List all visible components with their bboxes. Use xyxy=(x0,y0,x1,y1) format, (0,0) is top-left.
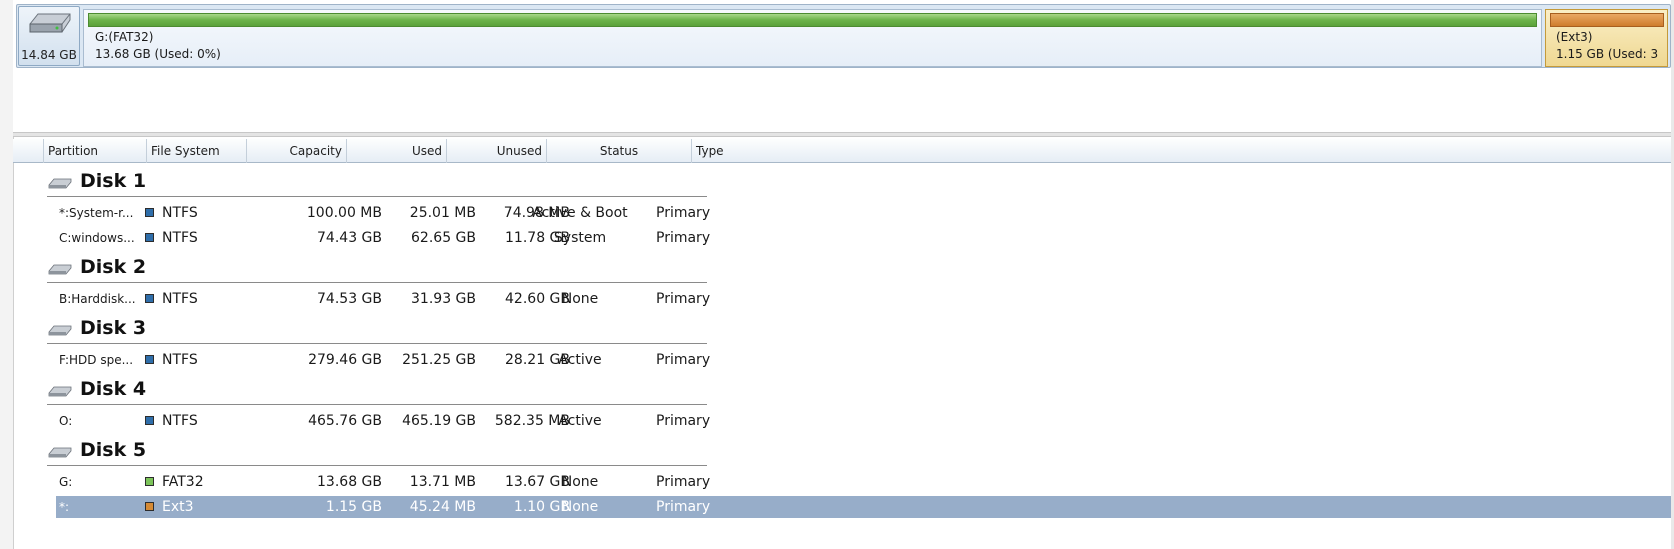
partition-name-cell: F:HDD spe... xyxy=(59,353,134,367)
partition-ext3-usage-bar xyxy=(1550,13,1664,27)
file-system-color-swatch xyxy=(145,208,154,217)
column-header-capacity[interactable]: Capacity xyxy=(247,139,347,163)
status-cell: None xyxy=(561,291,599,307)
status-cell: System xyxy=(553,230,607,246)
partition-name-cell: B:Harddisk... xyxy=(59,292,136,306)
status-cell: None xyxy=(561,474,599,490)
left-panel-edge xyxy=(0,0,14,549)
disk-title[interactable]: Disk 2 xyxy=(80,256,146,278)
status-cell: Active xyxy=(558,413,602,429)
disk-title[interactable]: Disk 3 xyxy=(80,317,146,339)
disk-separator-line xyxy=(47,465,707,466)
disk-title[interactable]: Disk 4 xyxy=(80,378,146,400)
column-header-used[interactable]: Used xyxy=(347,139,447,163)
partition-name-cell: G: xyxy=(59,475,73,489)
disk-icon xyxy=(48,178,72,189)
status-cell: Active xyxy=(558,352,602,368)
file-system-cell: FAT32 xyxy=(162,474,204,490)
partition-row[interactable]: F:HDD spe... NTFS 279.46 GB 251.25 GB 28.21 … xyxy=(56,349,1671,371)
partition-row[interactable]: C:windows... NTFS 74.43 GB 62.65 GB 11.78 GB… xyxy=(56,227,1671,249)
partition-row[interactable]: B:Harddisk... NTFS 74.53 GB 31.93 GB 42.60 G… xyxy=(56,288,1671,310)
disk-separator-line xyxy=(47,282,707,283)
partition-name-cell: C:windows... xyxy=(59,231,135,245)
partition-row[interactable]: *: Ext3 1.15 GB 45.24 MB 1.10 GB None Primary xyxy=(56,496,1671,518)
file-system-cell: NTFS xyxy=(162,205,198,221)
partition-row[interactable]: *:System-r... NTFS 100.00 MB 25.01 MB 74.98 … xyxy=(56,202,1671,224)
column-header-partition[interactable]: Partition xyxy=(44,139,147,163)
pane-splitter[interactable] xyxy=(13,132,1671,137)
partition-row[interactable]: O: NTFS 465.76 GB 465.19 GB 582.35 MB Active P… xyxy=(56,410,1671,432)
partition-ext3-info: 1.15 GB (Used: 3 xyxy=(1556,47,1659,61)
column-header-file-system[interactable]: File System xyxy=(147,139,247,163)
disk-size-label: 14.84 GB xyxy=(21,48,77,62)
disk-icon xyxy=(48,325,72,336)
disk-icon xyxy=(48,386,72,397)
status-cell: None xyxy=(561,499,599,515)
type-cell: Primary xyxy=(656,499,711,515)
file-system-color-swatch xyxy=(145,294,154,303)
partition-g-name: G:(FAT32) xyxy=(95,30,154,44)
disk-separator-line xyxy=(47,404,707,405)
disk-icon xyxy=(48,264,72,275)
file-system-cell: NTFS xyxy=(162,291,198,307)
file-system-color-swatch xyxy=(145,416,154,425)
file-system-cell: Ext3 xyxy=(162,499,194,515)
file-system-color-swatch xyxy=(145,233,154,242)
disk-separator-line xyxy=(47,196,707,197)
disk-separator-line xyxy=(47,343,707,344)
column-header-type[interactable]: Type xyxy=(692,139,1671,163)
type-cell: Primary xyxy=(656,205,711,221)
file-system-color-swatch xyxy=(145,502,154,511)
disk-title[interactable]: Disk 5 xyxy=(80,439,146,461)
partition-row[interactable]: G: FAT32 13.68 GB 13.71 MB 13.67 GB None Prima… xyxy=(56,471,1671,493)
column-header-unused[interactable]: Unused xyxy=(447,139,547,163)
partition-ext3-name: (Ext3) xyxy=(1556,30,1593,44)
file-system-color-swatch xyxy=(145,477,154,486)
status-cell: Active & Boot xyxy=(532,205,628,221)
column-header-status[interactable]: Status xyxy=(547,139,692,163)
hard-drive-icon xyxy=(29,13,71,33)
disk-icon xyxy=(48,447,72,458)
partition-name-cell: *:System-r... xyxy=(59,206,134,220)
partition-g-usage-bar xyxy=(88,13,1537,27)
column-header-spacer xyxy=(13,139,44,163)
partition-name-cell: *: xyxy=(59,500,70,514)
partition-g-info: 13.68 GB (Used: 0%) xyxy=(95,47,221,61)
partition-name-cell: O: xyxy=(59,414,73,428)
type-cell: Primary xyxy=(656,230,711,246)
disk-title[interactable]: Disk 1 xyxy=(80,170,146,192)
type-cell: Primary xyxy=(656,291,711,307)
file-system-color-swatch xyxy=(145,355,154,364)
type-cell: Primary xyxy=(656,352,711,368)
file-system-cell: NTFS xyxy=(162,352,198,368)
file-system-cell: NTFS xyxy=(162,230,198,246)
type-cell: Primary xyxy=(656,474,711,490)
file-system-cell: NTFS xyxy=(162,413,198,429)
type-cell: Primary xyxy=(656,413,711,429)
